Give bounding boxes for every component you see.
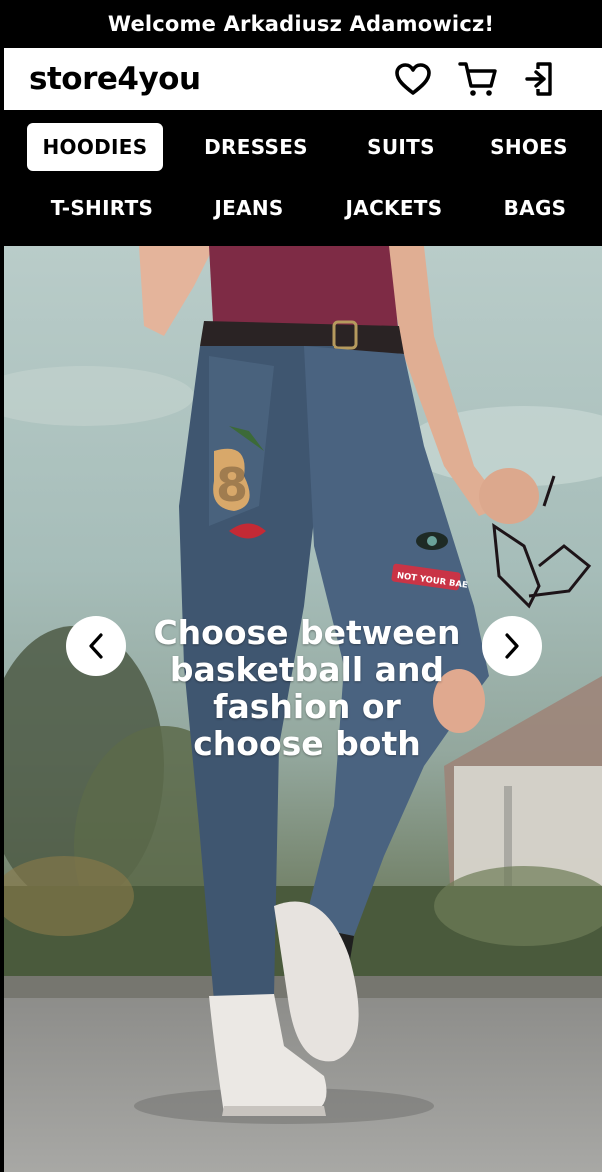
nav-item-dresses[interactable]: DRESSES (186, 123, 326, 171)
header-actions (394, 60, 560, 98)
chevron-right-icon (505, 633, 519, 659)
category-nav: HOODIES DRESSES SUITS SHOES T-SHIRTS JEA… (4, 110, 602, 246)
app-frame: Welcome Arkadiusz Adamowicz! store4you H… (0, 0, 602, 1172)
logout-icon[interactable] (524, 60, 560, 98)
welcome-text: Welcome Arkadiusz Adamowicz! (107, 12, 495, 36)
nav-item-jeans[interactable]: JEANS (196, 184, 302, 232)
heart-icon[interactable] (394, 62, 432, 96)
nav-item-bags[interactable]: BAGS (486, 184, 584, 232)
cart-icon[interactable] (458, 60, 498, 98)
nav-item-suits[interactable]: SUITS (350, 123, 452, 171)
carousel-prev-button[interactable] (66, 616, 126, 676)
svg-text:8: 8 (216, 458, 248, 512)
nav-item-hoodies[interactable]: HOODIES (27, 123, 163, 171)
carousel-next-button[interactable] (482, 616, 542, 676)
nav-item-jackets[interactable]: JACKETS (326, 184, 462, 232)
nav-item-t-shirts[interactable]: T-SHIRTS (32, 184, 172, 232)
hero-headline: Choose between basketball and fashion or… (153, 613, 461, 763)
nav-item-shoes[interactable]: SHOES (474, 123, 584, 171)
site-header: store4you (4, 48, 602, 110)
chevron-left-icon (89, 633, 103, 659)
welcome-banner: Welcome Arkadiusz Adamowicz! (0, 0, 602, 48)
hero-carousel: 8 Choose between basketball and fashion … (4, 246, 602, 1172)
store-logo[interactable]: store4you (29, 61, 201, 97)
